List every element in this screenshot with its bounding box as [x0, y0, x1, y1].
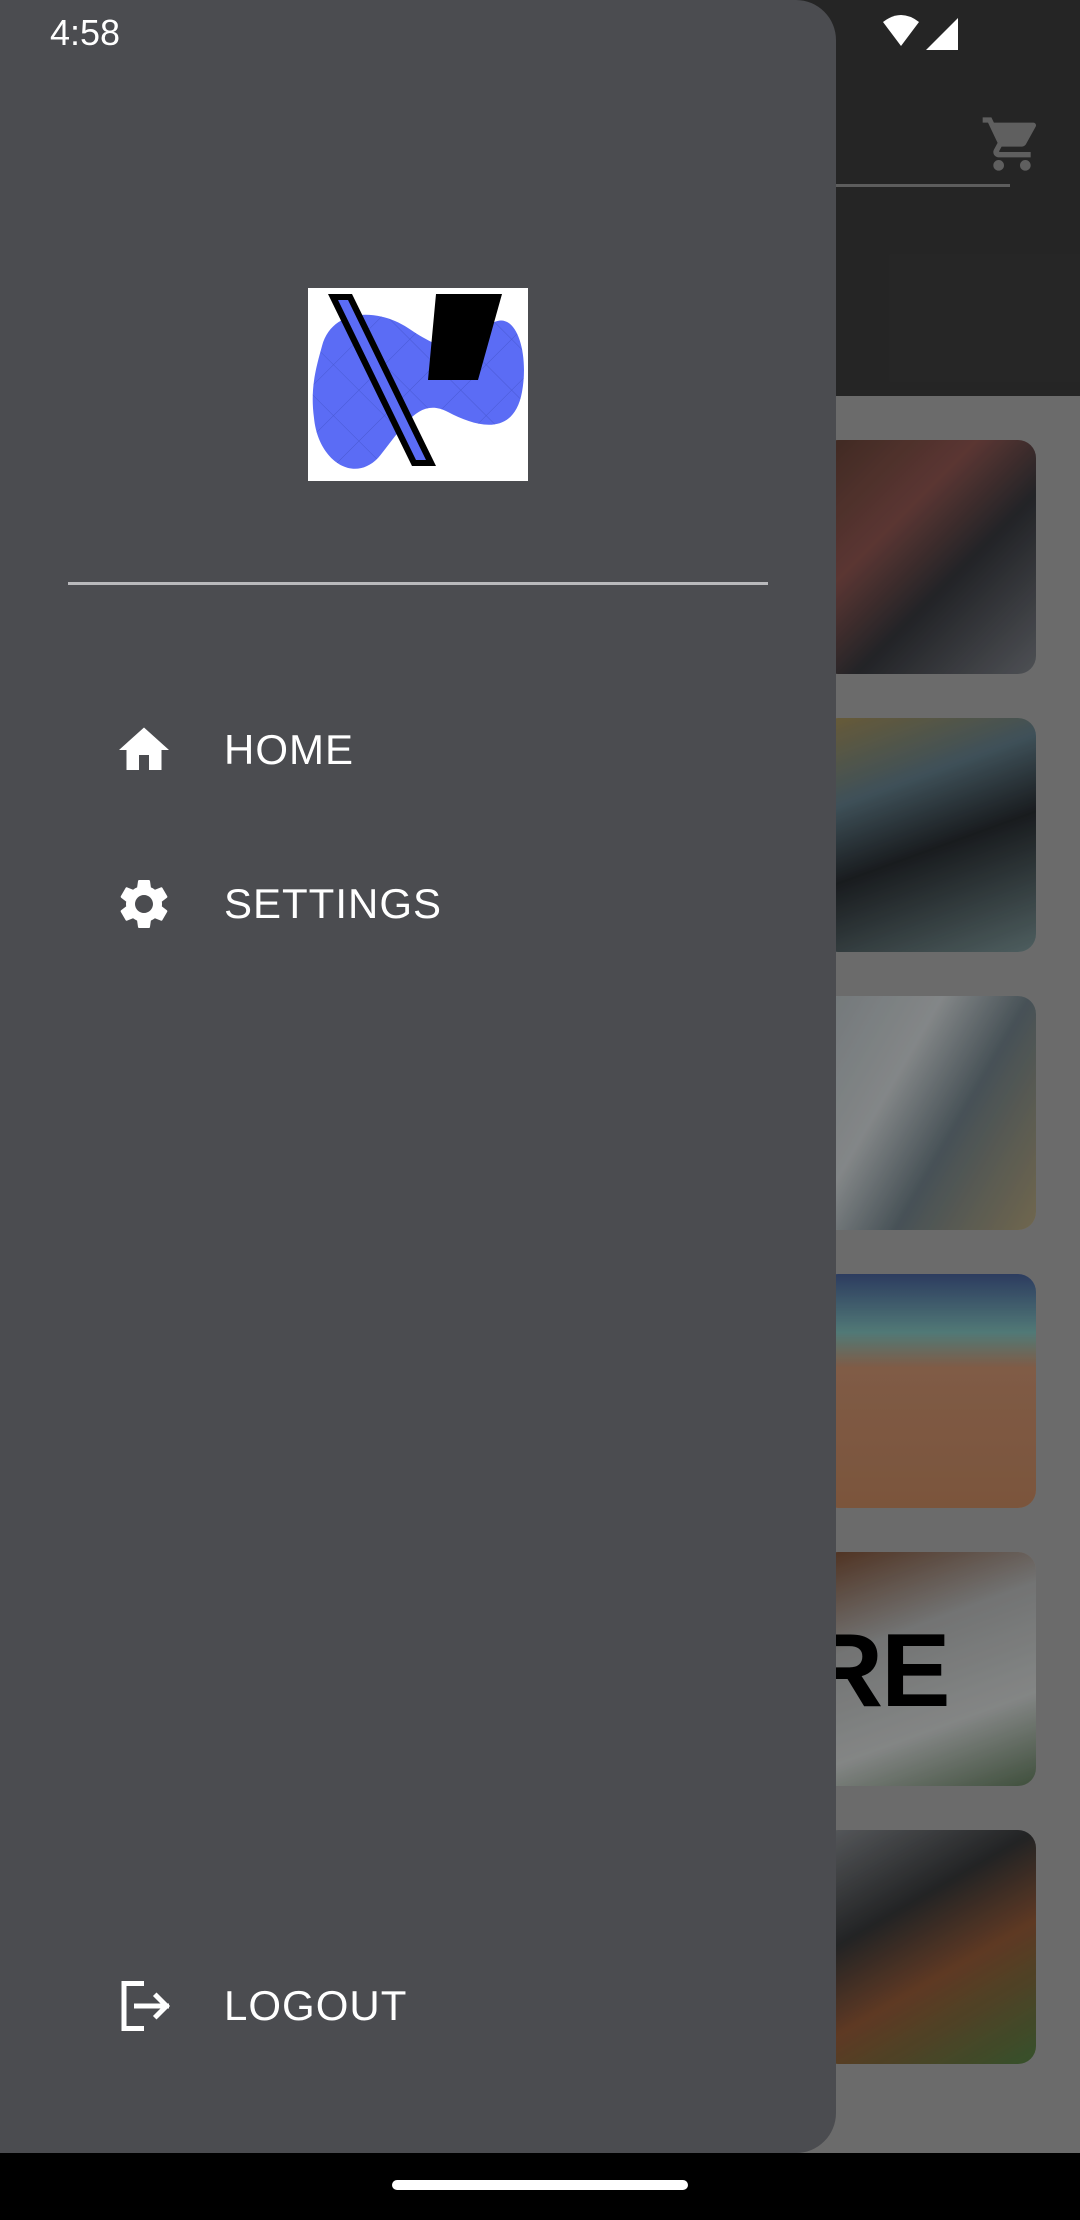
wifi-icon [883, 15, 919, 46]
menu-item-home[interactable]: HOME [112, 690, 762, 810]
status-icons [883, 15, 958, 50]
logout-icon [112, 1974, 176, 2038]
gear-icon [112, 872, 176, 936]
menu-item-label: SETTINGS [224, 880, 443, 927]
home-indicator[interactable] [392, 2180, 688, 2190]
menu-item-settings[interactable]: SETTINGS [112, 844, 762, 964]
status-time: 4:58 [50, 12, 121, 53]
navigation-drawer: 4:58 HOME SETTINGS LOGOUT [0, 0, 836, 2153]
app-logo [308, 288, 528, 481]
home-icon [112, 718, 176, 782]
menu-item-label: HOME [224, 726, 354, 773]
logout-label: LOGOUT [224, 1982, 408, 2029]
cellular-signal-icon [926, 18, 958, 50]
logout-button[interactable]: LOGOUT [112, 1946, 762, 2066]
drawer-divider [68, 582, 768, 585]
